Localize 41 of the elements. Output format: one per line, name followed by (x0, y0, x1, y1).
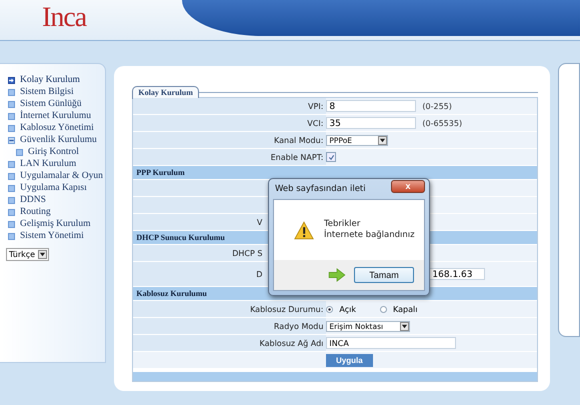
dialog-title: Web sayfasından ileti (274, 184, 366, 194)
language-select[interactable]: Türkçe (6, 248, 50, 261)
range-hint: (0-65535) (422, 118, 462, 128)
input-field[interactable]: 8 (326, 100, 416, 112)
menu-item[interactable]: Uygulamalar & Oyun (20, 171, 103, 181)
range-hint: (0-255) (422, 102, 452, 110)
field-label: Kablosuz Durumu: (250, 304, 324, 314)
menu-item[interactable]: Gelişmiş Kurulum (20, 219, 90, 229)
input-field[interactable]: 35 (326, 117, 416, 129)
field-label: DHCP S (232, 248, 262, 258)
menu-item[interactable]: Sistem Bilgisi (20, 87, 74, 97)
logo: Inca (41, 1, 88, 35)
menu-item[interactable]: Giriş Kontrol (28, 147, 79, 157)
menu-item[interactable]: Kolay Kurulum (20, 75, 80, 85)
field-label: Radyo Modu (274, 322, 324, 330)
menu-item[interactable]: Sistem Günlüğü (20, 99, 82, 109)
field-label: V (256, 218, 262, 226)
field-label: VPI: (308, 102, 324, 110)
field-label: Kanal Modu: (274, 136, 324, 144)
field-label: Enable NAPT: (270, 152, 324, 162)
field-label: D (256, 270, 262, 278)
ok-button[interactable]: Tamam (354, 267, 414, 283)
field-label: Kablosuz Ağ Adı (259, 338, 324, 348)
menu-item[interactable]: Güvenlik Kurulumu (20, 135, 97, 145)
menu-item[interactable]: Kablosuz Yönetimi (20, 123, 94, 133)
dialog-message: İnternete bağlandınız (324, 230, 415, 241)
dialog-message: Tebrikler (324, 219, 362, 229)
menu-item[interactable]: İnternet Kurulumu (20, 111, 91, 121)
apply-button[interactable]: Uygula (326, 354, 373, 366)
menu-item[interactable]: Uygulama Kapısı (20, 183, 87, 193)
section-header: PPP Kurulum (133, 166, 538, 180)
menu-item[interactable]: DDNS (20, 195, 46, 205)
menu-item[interactable]: Sistem Yönetimi (20, 231, 84, 241)
tab[interactable]: Kolay Kurulum (132, 86, 199, 99)
menu-item[interactable]: Routing (20, 207, 51, 217)
radio-label: Açık (339, 304, 356, 314)
field-label: VCI: (307, 118, 324, 128)
menu-item[interactable]: LAN Kurulum (20, 159, 76, 169)
radio-label: Kapalı (393, 304, 418, 314)
input-field[interactable]: INCA (326, 337, 456, 349)
input-field[interactable]: 168.1.63 (429, 268, 486, 280)
